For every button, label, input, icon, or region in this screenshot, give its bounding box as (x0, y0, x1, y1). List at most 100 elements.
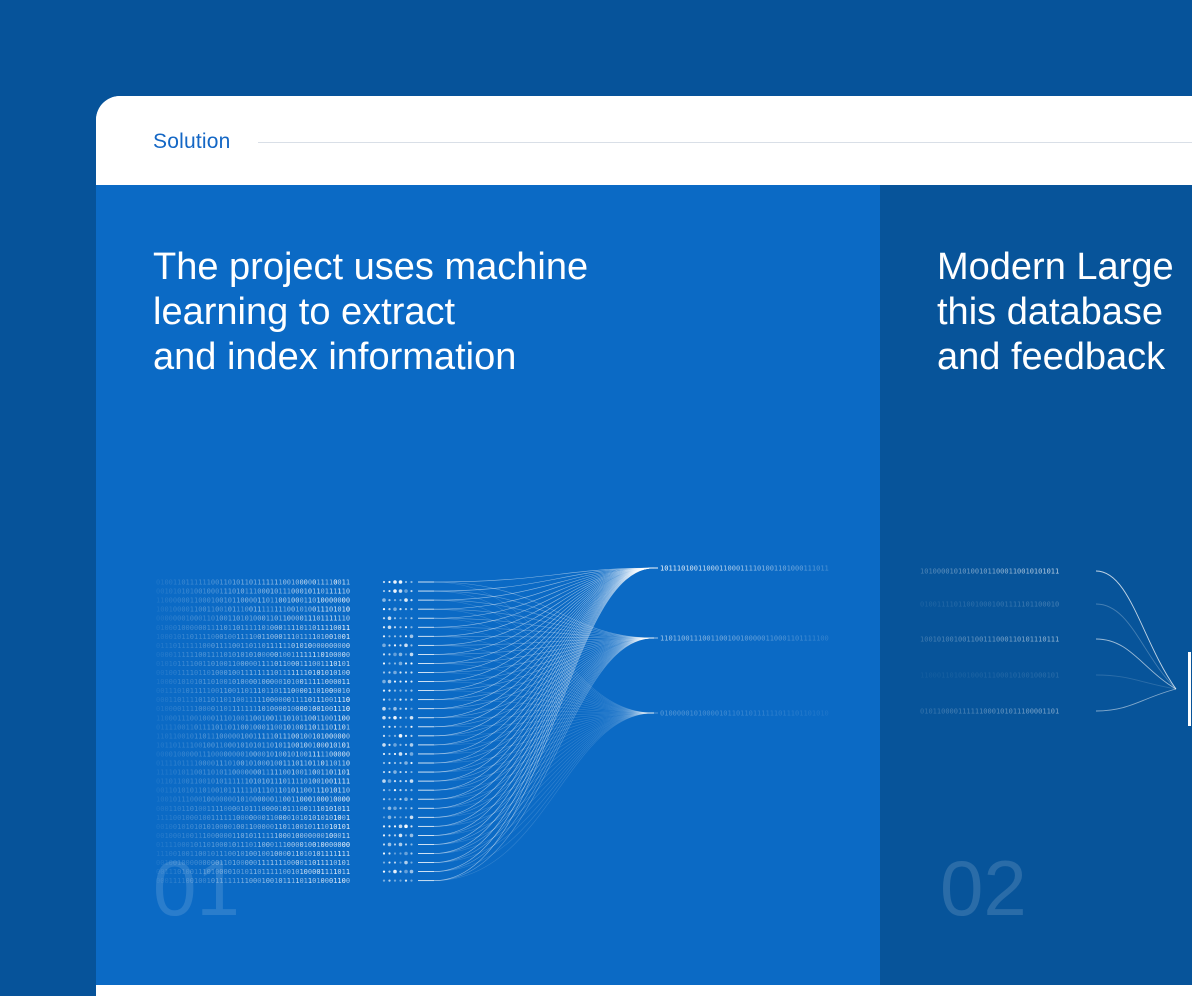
data-dot (393, 743, 397, 747)
data-dot (410, 662, 413, 665)
data-dot (404, 761, 408, 765)
data-dot (399, 861, 402, 864)
data-dot (409, 779, 414, 783)
data-dot (410, 734, 413, 737)
data-dot (404, 608, 408, 611)
data-dot (404, 680, 408, 683)
binary-row: 0000000100011010011010100011011000011101… (156, 615, 350, 623)
data-dot (410, 798, 413, 801)
data-dot (410, 879, 413, 882)
data-dot (409, 652, 414, 657)
data-dot (410, 807, 413, 810)
binary-row: 0100010000001111011011111010001111011011… (156, 624, 350, 632)
binary-row: 1011011110010011000101010110101100100100… (156, 741, 350, 749)
data-dot (404, 617, 408, 620)
data-dot (404, 626, 408, 629)
binary-row: 0001101111011011011001111100000011110111… (156, 696, 350, 704)
data-dot (382, 779, 386, 783)
data-dot (387, 779, 392, 783)
data-dot (388, 734, 391, 737)
data-dot (398, 661, 403, 666)
merge-curve (1095, 638, 1177, 690)
data-dot (393, 734, 397, 737)
data-dot (382, 643, 386, 648)
binary-row: 0111101111000011101001010001001110110110… (156, 760, 350, 768)
data-dot (399, 689, 402, 692)
data-dot (388, 698, 391, 701)
data-merge-illustration: 101000010101001011000110010101011 0100111… (920, 568, 1191, 726)
data-dot (393, 626, 397, 629)
data-dot (399, 743, 402, 747)
data-dot (382, 589, 386, 593)
funnel-curve (433, 608, 655, 639)
binary-row: 0010011110110100010011111111011111110101… (156, 669, 350, 677)
data-dot (382, 798, 386, 801)
data-dot (382, 626, 386, 629)
data-dot (387, 806, 392, 811)
data-dot (410, 770, 413, 774)
data-dot (393, 852, 397, 855)
data-dot (382, 770, 386, 774)
data-dot (399, 761, 402, 765)
data-dot (388, 671, 391, 674)
data-dot (393, 879, 397, 882)
output-binary: 1011101001100011000111101001101000111011 (660, 565, 829, 573)
data-dot (382, 861, 386, 864)
data-dot (388, 580, 391, 584)
binary-row: 1000010101011010010100001000001010011111… (156, 678, 350, 686)
data-dot (388, 635, 391, 638)
data-dot (410, 617, 413, 620)
data-dot (404, 816, 408, 819)
data-dot (404, 743, 408, 747)
data-dot (393, 698, 397, 701)
data-dot (393, 798, 397, 801)
data-dot (410, 707, 413, 710)
card-header: Solution (96, 96, 1192, 185)
data-dot (404, 589, 408, 593)
data-dot (388, 608, 391, 611)
data-dot (388, 662, 391, 665)
data-dot (382, 679, 386, 684)
data-dot (393, 861, 397, 864)
data-dot (399, 725, 402, 728)
data-dot (410, 599, 413, 602)
input-binary: 110001101001000111000101001000101 (920, 672, 1059, 680)
data-dot (404, 598, 408, 602)
data-dot (382, 843, 386, 846)
data-dot (410, 689, 413, 692)
data-dot (382, 653, 386, 656)
data-dot (404, 851, 408, 856)
data-dot (399, 716, 402, 719)
funnel-curve (433, 567, 655, 764)
data-dot (393, 780, 397, 783)
data-dot (410, 761, 413, 765)
output-binary: 1101100111001100100100000110001101111100 (660, 635, 829, 643)
data-dot (399, 644, 402, 647)
data-dot (404, 860, 408, 865)
input-binary: 100101001001100111000110101110111 (920, 636, 1059, 644)
panel-01-number: 01 (153, 844, 240, 932)
binary-row: 1000101101111000100111100110001110111101… (156, 633, 350, 641)
data-dot (387, 842, 392, 847)
data-dot (404, 698, 408, 701)
data-dot (404, 780, 408, 783)
data-dot (393, 706, 397, 711)
data-dot (410, 680, 413, 683)
data-dot (387, 616, 392, 620)
binary-row: 0010001001110000001101011111100010000000… (156, 832, 350, 840)
data-dot (382, 879, 386, 882)
merge-target-bar (1188, 652, 1191, 726)
data-dot (410, 725, 413, 728)
data-dot (410, 843, 413, 846)
data-dot (404, 662, 408, 665)
data-dot (382, 698, 386, 701)
data-dot (382, 608, 386, 611)
binary-row: 0111100110111101101100100011001010011011… (156, 723, 350, 731)
data-dot (393, 607, 397, 611)
data-dot (399, 852, 402, 855)
data-dot (393, 761, 397, 765)
data-dot (409, 634, 414, 639)
data-dot (404, 635, 408, 638)
merge-curve (1095, 674, 1177, 690)
merge-curve (1095, 603, 1177, 690)
